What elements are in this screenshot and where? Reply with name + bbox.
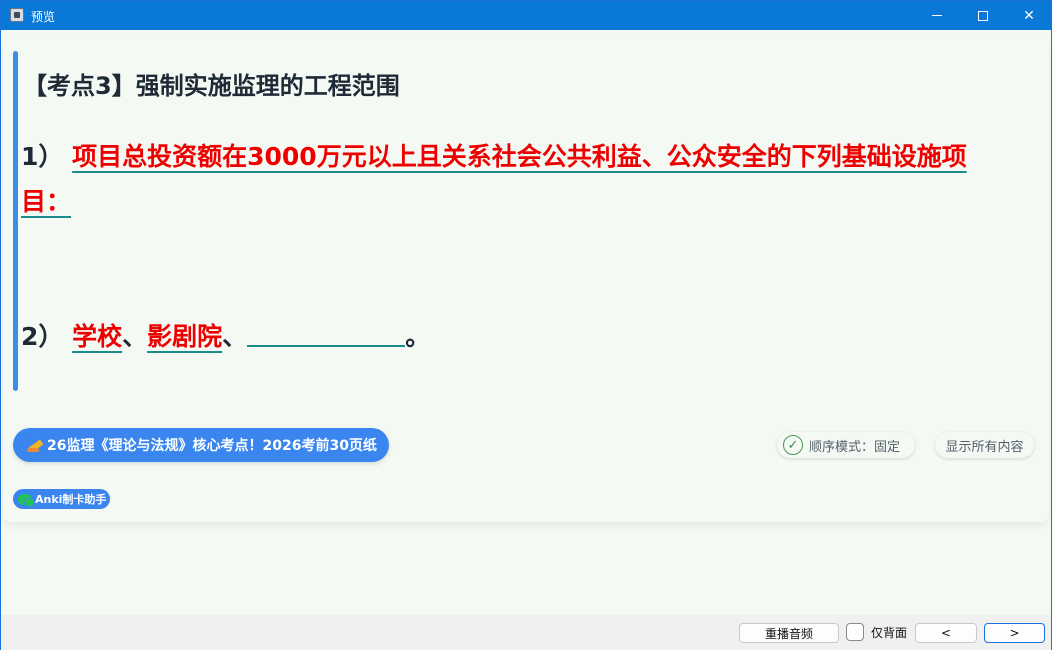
promo-label: 26监理《理论与法规》核心考点！2026考前30页纸 — [47, 438, 377, 454]
item-1: 1） 项目总投资额在3000万元以上且关系社会公共利益、公众安全的下列基础设施项… — [21, 134, 1011, 224]
back-only-checkbox[interactable] — [846, 623, 864, 641]
replay-audio-button[interactable]: 重播音频 — [739, 623, 839, 643]
show-all-button[interactable]: 显示所有内容 — [935, 432, 1034, 458]
close-icon: ✕ — [1023, 7, 1035, 24]
wechat-icon — [18, 493, 35, 507]
maximize-button[interactable] — [960, 1, 1006, 30]
promo-link-button[interactable]: 26监理《理论与法规》核心考点！2026考前30页纸 — [13, 428, 389, 462]
item-2-separator: 、 — [222, 322, 248, 351]
show-all-label: 显示所有内容 — [945, 439, 1024, 455]
back-only-label: 仅背面 — [871, 626, 908, 640]
item-1-number: 1） — [21, 142, 64, 171]
item-2-answer-theater: 影剧院 — [147, 322, 223, 351]
bottom-toolbar: 重播音频 仅背面 < > — [1, 615, 1051, 650]
item-2-number: 2） — [21, 322, 64, 351]
item-2-blank — [247, 317, 406, 347]
anki-helper-button[interactable]: Anki制卡助手 — [13, 489, 110, 509]
maximize-icon — [978, 10, 988, 21]
item-2-separator: 、 — [122, 322, 148, 351]
check-icon: ✓ — [783, 435, 803, 455]
item-1-answer: 项目总投资额在3000万元以上且关系社会公共利益、公众安全的下列基础设施项目： — [21, 142, 967, 216]
window-title: 预览 — [31, 10, 56, 24]
app-icon — [10, 8, 24, 22]
writing-hand-icon — [27, 437, 45, 453]
item-2-end-mark: 。 — [405, 322, 431, 351]
order-mode-label: 顺序模式：固定 — [809, 439, 901, 455]
order-mode-button[interactable]: ✓ 顺序模式：固定 — [777, 432, 915, 458]
previous-button[interactable]: < — [915, 623, 977, 643]
next-button[interactable]: > — [984, 623, 1045, 643]
card-accent-bar — [13, 51, 18, 391]
minimize-icon — [932, 15, 942, 16]
preview-window: 预览 ✕ 【考点3】强制实施监理的工程范围 1） 项目总投资额在3000万元以上… — [0, 0, 1052, 650]
item-2-answer-school: 学校 — [72, 322, 123, 351]
title-bar[interactable]: 预览 ✕ — [1, 1, 1051, 30]
anki-helper-label: Anki制卡助手 — [35, 493, 107, 506]
close-button[interactable]: ✕ — [1006, 1, 1052, 30]
minimize-button[interactable] — [914, 1, 960, 30]
item-2: 2） 学校、影剧院、。 — [21, 317, 430, 357]
card-heading: 【考点3】强制实施监理的工程范围 — [23, 72, 400, 100]
